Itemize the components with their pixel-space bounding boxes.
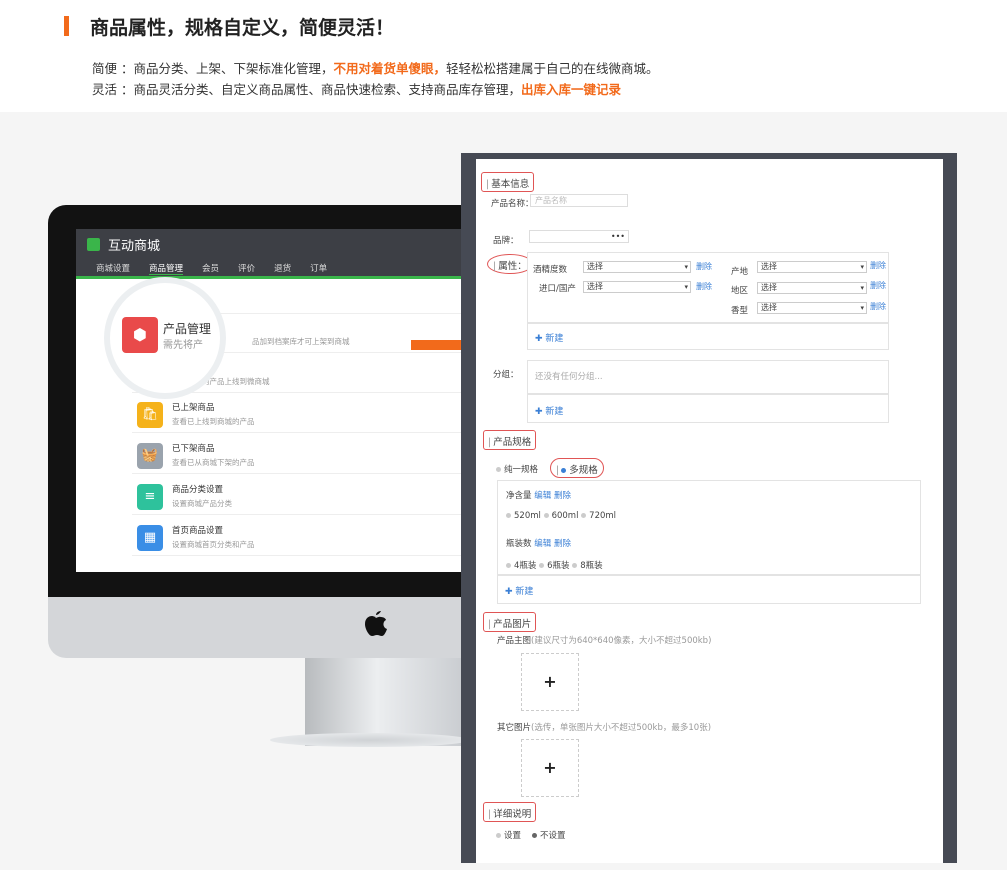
store-icon (87, 238, 100, 251)
list-item[interactable]: ≡ 商品分类设置 设置商城产品分类 (132, 475, 461, 515)
delete-link[interactable]: 删除 (696, 281, 712, 292)
group-add-row: ✚ 新建 (527, 394, 889, 423)
app-name: 互动商城 (108, 239, 161, 254)
nav-members[interactable]: 会员 (202, 264, 219, 274)
edit-link[interactable]: 编辑 (534, 491, 551, 501)
delete-link[interactable]: 删除 (870, 301, 886, 312)
attr-add-row: ✚ 新建 (527, 323, 889, 350)
spec-values: 520ml 600ml 720ml (506, 511, 616, 521)
grid-icon: ▦ (137, 525, 163, 551)
nav-store-settings[interactable]: 商城设置 (96, 264, 130, 274)
spec-values: 4瓶装 6瓶装 8瓶装 (506, 559, 603, 571)
section-basic-info: 基本信息 (481, 172, 535, 192)
attr-select[interactable]: 选择 (757, 261, 867, 273)
detail-unset-radio[interactable]: 不设置 (532, 829, 566, 841)
attr-select[interactable]: 选择 (583, 261, 691, 273)
attr-name: 地区 (731, 286, 749, 296)
product-name-input[interactable]: 产品名称 (530, 194, 628, 207)
brand-label: 品牌： (493, 236, 519, 246)
delete-link[interactable]: 删除 (696, 261, 712, 272)
delete-link[interactable]: 删除 (554, 539, 571, 549)
product-form: 基本信息 产品名称： 产品名称 品牌： ••• 属性： 酒精度数 选择 删除 进… (476, 159, 943, 863)
detail-set-radio[interactable]: 设置 (496, 829, 521, 841)
attr-name: 香型 (731, 306, 749, 316)
bag-icon: 🛍 (137, 402, 163, 428)
attr-name: 进口/国产 (539, 284, 576, 294)
section-spec: 产品规格 (483, 430, 537, 450)
app-screen: 互动商城 商城设置商品管理会员评价退货订单 品加到档案库才可上架到商城 🛒产品库… (76, 229, 461, 572)
delete-link[interactable]: 删除 (870, 260, 886, 271)
row-title: 已下架商品 (172, 444, 215, 454)
row-title: 已上架商品 (172, 403, 215, 413)
row-subtitle: 品加到档案库才可上架到商城 (252, 337, 350, 346)
delete-link[interactable]: 删除 (554, 491, 571, 501)
main-image-label: 产品主图(建议尺寸为640*640像素，大小不超过500kb) (497, 636, 712, 646)
spec-single-radio[interactable]: 纯一规格 (496, 463, 538, 475)
attr-select[interactable]: 选择 (757, 302, 867, 314)
monitor-base (270, 733, 470, 747)
add-spec-button[interactable]: ✚ 新建 (505, 584, 533, 597)
row-subtitle: 查看已从商城下架的产品 (172, 458, 255, 467)
attr-name: 产地 (731, 267, 749, 277)
attr-select[interactable]: 选择 (583, 281, 691, 293)
list-item[interactable]: 🧺 已下架商品查看已从商城下架的产品 (132, 434, 461, 474)
row-subtitle: 设置商城产品分类 (172, 499, 232, 508)
other-image-upload-button[interactable]: + (521, 739, 579, 797)
nav-underline (76, 276, 461, 279)
category-search-icon: ≡ (137, 484, 163, 510)
add-attr-button[interactable]: ✚ 新建 (535, 331, 563, 344)
other-image-label: 其它图片(选传，单张图片大小不超过500kb，最多10张) (497, 723, 712, 733)
attr-name: 酒精度数 (533, 265, 568, 275)
attr-label: 属性： (487, 254, 533, 274)
group-box: 还没有任何分组... (527, 360, 889, 394)
row-subtitle: 设置商城首页分类和产品 (172, 540, 255, 549)
row-title: 商品分类设置 (172, 485, 224, 495)
page-title: 商品属性，规格自定义，简便灵活！ (90, 17, 395, 39)
spec-group-name: 净含量 编辑 删除 (506, 491, 571, 501)
intro-line-2: 灵活 ：商品灵活分类、自定义商品属性、商品快速检索、支持商品库存管理，出库入库一… (92, 82, 621, 97)
list-item[interactable]: 🛍 已上架商品查看已上线到商城的产品 (132, 393, 461, 433)
product-name-label: 产品名称： (491, 199, 534, 209)
app-nav: 商城设置 商品管理 会员 评价 退货 订单 (96, 262, 346, 275)
spec-add-row: ✚ 新建 (497, 575, 921, 604)
product-box-icon: ⬢ (122, 317, 158, 353)
intro-line-1: 简便 ：商品分类、上架、下架标准化管理，不用对着货单傻眼，轻轻松松搭建属于自己的… (92, 61, 659, 76)
section-images: 产品图片 (483, 612, 537, 632)
nav-returns[interactable]: 退货 (274, 264, 291, 274)
nav-orders[interactable]: 订单 (310, 264, 327, 274)
app-header: 互动商城 商城设置 商品管理 会员 评价 退货 订单 (76, 229, 461, 279)
spec-box: 净含量 编辑 删除 520ml 600ml 720ml 瓶装数 编辑 删除 4瓶… (497, 480, 921, 575)
group-label: 分组： (493, 370, 519, 380)
section-detail: 详细说明 (483, 802, 537, 822)
row-subtitle: 查看已上线到商城的产品 (172, 417, 255, 426)
spec-multi-radio[interactable]: 多规格 (550, 458, 604, 478)
basket-icon: 🧺 (137, 443, 163, 469)
add-group-button[interactable]: ✚ 新建 (535, 404, 563, 417)
product-manage-subtitle: 需先将产 (163, 340, 203, 351)
spec-group-name: 瓶装数 编辑 删除 (506, 539, 571, 549)
edit-link[interactable]: 编辑 (534, 539, 551, 549)
list-item[interactable]: ▦ 首页商品设置设置商城首页分类和产品 (132, 516, 461, 556)
attr-select[interactable]: 选择 (757, 282, 867, 294)
apple-logo-icon (365, 611, 387, 636)
group-placeholder: 还没有任何分组... (535, 372, 603, 382)
main-image-upload-button[interactable]: + (521, 653, 579, 711)
row-title: 首页商品设置 (172, 526, 224, 536)
nav-product-manage[interactable]: 商品管理 (149, 264, 184, 275)
nav-reviews[interactable]: 评价 (238, 264, 255, 274)
attributes-box: 酒精度数 选择 删除 进口/国产 选择 删除 产地 选择 删除 地区 选择 删除… (527, 252, 889, 323)
delete-link[interactable]: 删除 (870, 280, 886, 291)
title-accent-bar (64, 16, 69, 36)
product-manage-title: 产品管理 (163, 322, 212, 336)
brand-select[interactable]: ••• (529, 230, 629, 243)
